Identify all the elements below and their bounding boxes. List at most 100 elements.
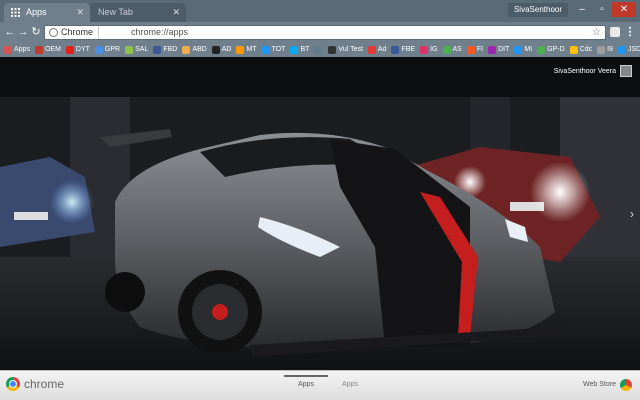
bookmark-favicon-icon (420, 45, 429, 54)
wallpaper-user[interactable]: SivaSenthoor Veera (554, 65, 632, 77)
url-text[interactable]: chrome://apps (131, 26, 188, 39)
bookmark-label: TOT (271, 46, 286, 53)
bookmark-favicon-icon (488, 45, 497, 54)
bookmark-label: DIT (498, 46, 510, 53)
bookmark-label: GP-D (547, 46, 565, 53)
bookmark-item[interactable]: FI (466, 45, 484, 54)
bookmark-favicon-icon (153, 45, 162, 54)
bookmark-favicon-icon (569, 45, 578, 54)
bookmark-favicon-icon (125, 45, 134, 54)
bookmark-item[interactable]: IG (420, 45, 438, 54)
bookmark-favicon-icon (236, 45, 245, 54)
minimize-icon[interactable]: – (572, 2, 592, 17)
bookmark-item[interactable]: I9 (597, 45, 613, 54)
bookmark-item[interactable]: DIT (488, 45, 510, 54)
bookmark-item[interactable]: Vul Test (328, 45, 363, 54)
toolbar: ← → ↻ Chrome chrome://apps ☆ ⋮ (0, 22, 640, 42)
bookmark-favicon-icon (328, 45, 337, 54)
bookmark-label: Vul Test (338, 46, 363, 53)
wallpaper: SivaSenthoor Veera › (0, 57, 640, 370)
close-icon[interactable]: ✕ (172, 3, 180, 22)
bookmark-item[interactable]: OEM (34, 45, 61, 54)
bookmark-label: Ad (377, 46, 387, 53)
bookmark-label: OEM (44, 46, 61, 53)
bookmark-item[interactable]: MT (236, 45, 257, 54)
page-indicator (328, 375, 372, 377)
bookmark-favicon-icon (442, 45, 451, 54)
bookmark-item[interactable]: Cdc (569, 45, 593, 54)
tab-new-tab[interactable]: New Tab ✕ (90, 3, 186, 22)
bookmark-favicon-icon (367, 45, 376, 54)
bookmark-label: FBD (163, 46, 178, 53)
chrome-logo-icon (6, 377, 20, 391)
bookmark-item[interactable]: FBE (391, 45, 415, 54)
page-tab-1[interactable]: Apps (284, 375, 328, 388)
bookmarks-bar: Apps OEM DYT GPR SAL FBD ABD AD MT TOT BT Vul Test A… (0, 42, 640, 57)
avatar[interactable] (620, 65, 632, 77)
page-tab-2[interactable]: Apps (328, 375, 372, 388)
car-wallpaper-image (0, 57, 640, 370)
bookmark-item[interactable]: BT (290, 45, 310, 54)
menu-icon[interactable]: ⋮ (624, 25, 636, 39)
security-chip[interactable]: Chrome (61, 26, 100, 39)
bookmark-item[interactable]: JSD (617, 45, 640, 54)
bookmark-favicon-icon (94, 45, 103, 54)
bookmark-favicon-icon (261, 45, 270, 54)
web-store-icon[interactable] (620, 379, 632, 391)
bookmark-item[interactable]: GP-D (537, 45, 565, 54)
bookmark-label: GPR (104, 46, 121, 53)
bookmark-item[interactable] (314, 45, 324, 54)
extension-icon[interactable] (610, 27, 620, 37)
bookmark-favicon-icon (617, 45, 626, 54)
page-switcher: Apps Apps (284, 375, 372, 388)
chrome-page-icon (49, 28, 58, 37)
bookmark-item[interactable]: GPR (94, 45, 121, 54)
bookmark-favicon-icon (65, 45, 74, 54)
bookmark-item[interactable]: ABD (182, 45, 207, 54)
window-close-icon[interactable]: ✕ (612, 2, 636, 17)
bookmark-favicon-icon (34, 45, 43, 54)
bookmark-item[interactable]: MI (514, 45, 532, 54)
bookmark-favicon-icon (314, 45, 323, 54)
close-icon[interactable]: ✕ (76, 3, 84, 22)
bookmark-label: I9 (607, 46, 613, 53)
chrome-brand-text: chrome (24, 377, 65, 391)
tab-apps[interactable]: Apps ✕ (4, 3, 90, 22)
reload-icon[interactable]: ↻ (29, 25, 43, 39)
bookmark-label: JSD (627, 46, 640, 53)
profile-button[interactable]: SivaSenthoor (507, 3, 568, 17)
bookmark-item[interactable]: SAL (125, 45, 148, 54)
app-launcher-bar: chrome Apps Apps Web Store (0, 370, 640, 400)
bookmark-label: Cdc (579, 46, 593, 53)
bookmark-label: DYT (75, 46, 90, 53)
bookmark-item[interactable]: Apps (4, 45, 30, 54)
bookmark-item[interactable]: AD (211, 45, 232, 54)
bookmark-label: MT (246, 46, 257, 53)
web-store-link[interactable]: Web Store (583, 381, 616, 388)
bookmark-favicon-icon (391, 45, 400, 54)
page-indicator (284, 375, 328, 377)
bookmark-label: BT (300, 46, 310, 53)
back-arrow-icon[interactable]: ← (3, 25, 17, 39)
address-bar[interactable]: Chrome chrome://apps ☆ (44, 25, 606, 40)
bookmark-favicon-icon (211, 45, 220, 54)
maximize-icon[interactable]: ▫ (592, 2, 612, 17)
tab-title: New Tab (98, 7, 133, 17)
page-tab-label: Apps (342, 381, 358, 388)
bookmark-item[interactable]: AS (442, 45, 462, 54)
bookmark-label: AD (221, 46, 232, 53)
chevron-right-icon[interactable]: › (630, 207, 634, 221)
bookmark-item[interactable]: FBD (153, 45, 178, 54)
bookmark-label: FI (476, 46, 484, 53)
bookmark-label: IG (430, 46, 438, 53)
bookmark-favicon-icon (514, 45, 523, 54)
forward-arrow-icon[interactable]: → (16, 25, 30, 39)
bookmark-item[interactable]: Ad (367, 45, 387, 54)
bookmark-item[interactable]: TOT (261, 45, 286, 54)
bookmark-favicon-icon (4, 45, 12, 54)
tab-strip: Apps ✕ New Tab ✕ SivaSenthoor – ▫ ✕ (0, 0, 640, 22)
bookmark-item[interactable]: DYT (65, 45, 90, 54)
bookmark-favicon-icon (290, 45, 299, 54)
apps-grid-icon (11, 8, 20, 17)
bookmark-star-icon[interactable]: ☆ (592, 26, 601, 39)
